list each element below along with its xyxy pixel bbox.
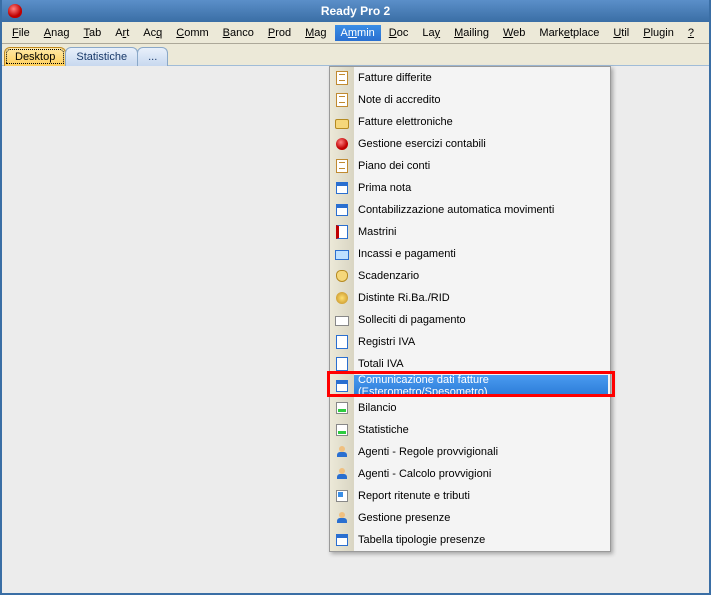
menu-item-7[interactable]: Mastrini [330,221,610,243]
menu-plugin[interactable]: Plugin [637,25,680,41]
menu-item-label: Registri IVA [358,336,415,348]
menu-item-label: Fatture differite [358,72,432,84]
menu-item-label: Prima nota [358,182,411,194]
menu-item-label: Report ritenute e tributi [358,490,470,502]
menu-ammin[interactable]: Ammin [335,25,381,41]
chart-icon [334,422,350,438]
menu-item-18[interactable]: Agenti - Calcolo provvigioni [330,463,610,485]
menubar: FileAnagTabArtAcqCommBancoProdMagAmminDo… [2,22,709,44]
menu-item-4[interactable]: Piano dei conti [330,155,610,177]
menu-art[interactable]: Art [109,25,135,41]
menu-item-label: Comunicazione dati fatture (Esterometro/… [358,374,608,398]
tab-desktop[interactable]: Desktop [4,47,66,66]
menu-item-label: Distinte Ri.Ba./RID [358,292,450,304]
menu-item-label: Piano dei conti [358,160,430,172]
app-title: Ready Pro 2 [321,4,390,18]
grid-icon [334,532,350,548]
menu-doc[interactable]: Doc [383,25,415,41]
menu-item-label: Agenti - Calcolo provvigioni [358,468,491,480]
page-icon [334,334,350,350]
book-icon [334,224,350,240]
menu-util[interactable]: Util [607,25,635,41]
bag-icon [334,268,350,284]
tab-statistiche[interactable]: Statistiche [65,47,138,66]
menu-banco[interactable]: Banco [217,25,260,41]
menu-item-10[interactable]: Distinte Ri.Ba./RID [330,287,610,309]
menu-item-label: Gestione presenze [358,512,450,524]
mail-icon [334,312,350,328]
doc-icon [334,158,350,174]
menu-anag[interactable]: Anag [38,25,76,41]
folder-icon [334,114,350,130]
menu-?[interactable]: ? [682,25,700,41]
menu-item-label: Solleciti di pagamento [358,314,466,326]
menu-item-label: Note di accredito [358,94,441,106]
content-area: Fatture differite Note di accredito Fattur… [2,66,709,593]
user-icon [334,444,350,460]
menu-file[interactable]: File [6,25,36,41]
blocks-icon [334,488,350,504]
menu-item-8[interactable]: Incassi e pagamenti [330,243,610,265]
menu-item-1[interactable]: Note di accredito [330,89,610,111]
menu-item-label: Statistiche [358,424,409,436]
menu-mag[interactable]: Mag [299,25,332,41]
menu-item-2[interactable]: Fatture elettroniche [330,111,610,133]
user-icon [334,510,350,526]
menu-marketplace[interactable]: Marketplace [533,25,605,41]
menu-mailing[interactable]: Mailing [448,25,495,41]
menu-tab[interactable]: Tab [77,25,107,41]
tabbar: DesktopStatistiche... [2,44,709,66]
menu-lay[interactable]: Lay [416,25,446,41]
menu-item-20[interactable]: Gestione presenze [330,507,610,529]
menu-item-label: Fatture elettroniche [358,116,453,128]
tab-...[interactable]: ... [137,47,168,66]
menu-item-15[interactable]: Bilancio [330,397,610,419]
chart-icon [334,400,350,416]
menu-prod[interactable]: Prod [262,25,297,41]
titlebar: Ready Pro 2 [2,0,709,22]
menu-item-label: Totali IVA [358,358,404,370]
berry-icon [334,136,350,152]
menu-item-6[interactable]: Contabilizzazione automatica movimenti [330,199,610,221]
menu-comm[interactable]: Comm [170,25,214,41]
menu-item-label: Gestione esercizi contabili [358,138,486,150]
card-icon [334,246,350,262]
menu-item-21[interactable]: Tabella tipologie presenze [330,529,610,551]
menu-item-label: Scadenzario [358,270,419,282]
page-icon [334,356,350,372]
menu-item-13[interactable]: Totali IVA [330,353,610,375]
menu-item-17[interactable]: Agenti - Regole provvigionali [330,441,610,463]
menu-item-0[interactable]: Fatture differite [330,67,610,89]
menu-item-label: Agenti - Regole provvigionali [358,446,498,458]
ammin-dropdown: Fatture differite Note di accredito Fattur… [329,66,611,552]
menu-acq[interactable]: Acq [137,25,168,41]
menu-item-9[interactable]: Scadenzario [330,265,610,287]
menu-web[interactable]: Web [497,25,531,41]
menu-item-label: Tabella tipologie presenze [358,534,485,546]
menu-item-label: Incassi e pagamenti [358,248,456,260]
coin-icon [334,290,350,306]
app-icon [8,4,22,18]
menu-item-3[interactable]: Gestione esercizi contabili [330,133,610,155]
menu-item-14[interactable]: Comunicazione dati fatture (Esterometro/… [354,375,608,397]
grid-icon [334,180,350,196]
doc-icon [334,70,350,86]
menu-item-5[interactable]: Prima nota [330,177,610,199]
menu-item-19[interactable]: Report ritenute e tributi [330,485,610,507]
menu-item-16[interactable]: Statistiche [330,419,610,441]
menu-item-label: Contabilizzazione automatica movimenti [358,204,554,216]
menu-item-label: Mastrini [358,226,397,238]
grid-icon [334,202,350,218]
user-icon [334,466,350,482]
menu-item-11[interactable]: Solleciti di pagamento [330,309,610,331]
menu-item-12[interactable]: Registri IVA [330,331,610,353]
doc-icon [334,92,350,108]
menu-item-label: Bilancio [358,402,397,414]
grid-icon [334,378,350,394]
